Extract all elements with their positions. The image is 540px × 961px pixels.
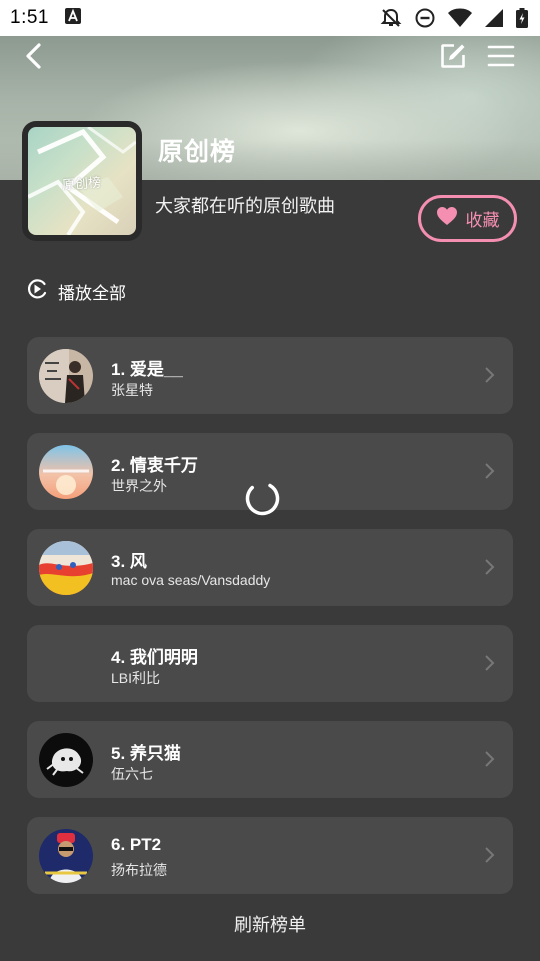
play-all-button[interactable]: 播放全部 — [26, 278, 126, 305]
song-thumbnail — [39, 829, 93, 883]
status-bar: 1:51 — [0, 0, 540, 36]
playlist-title: 原创榜 — [158, 138, 237, 166]
song-artist: 张星特 — [111, 382, 153, 398]
favorite-button[interactable]: 收藏 — [418, 195, 517, 242]
song-artist: LBI利比 — [111, 670, 161, 686]
cover-title-text: 原创榜 — [61, 174, 102, 193]
chevron-right-icon — [483, 748, 497, 770]
play-all-label: 播放全部 — [58, 284, 126, 303]
song-thumbnail — [39, 349, 93, 403]
song-title: 3. 风 — [111, 552, 147, 571]
song-title: 5. 养只猫 — [111, 744, 181, 763]
song-item[interactable]: 5. 养只猫 伍六七 — [27, 721, 513, 798]
song-item[interactable]: 6. PT2 扬布拉德 — [27, 817, 513, 894]
dnd-off-icon — [380, 7, 402, 29]
a-notification-icon — [64, 7, 81, 29]
do-not-disturb-icon — [414, 7, 436, 29]
song-item[interactable]: 1. 爱是__ 张星特 — [27, 337, 513, 414]
play-circle-icon — [26, 278, 48, 305]
playlist-description: 大家都在听的原创歌曲 — [155, 196, 335, 216]
chevron-right-icon — [483, 364, 497, 386]
chevron-right-icon — [483, 556, 497, 578]
chevron-right-icon — [483, 460, 497, 482]
song-artist: 扬布拉德 — [111, 862, 167, 878]
edit-icon[interactable] — [440, 43, 466, 69]
signal-icon — [484, 8, 504, 28]
song-thumbnail — [39, 541, 93, 595]
back-icon[interactable] — [20, 42, 48, 70]
song-title: 1. 爱是__ — [111, 360, 183, 379]
loading-spinner-icon — [244, 480, 281, 517]
menu-icon[interactable] — [487, 44, 515, 68]
song-title: 2. 情衷千万 — [111, 456, 198, 475]
song-item[interactable]: 3. 风 mac ova seas/Vansdaddy — [27, 529, 513, 606]
wifi-icon — [448, 8, 472, 28]
playlist-cover: 原创榜 — [22, 121, 142, 241]
chevron-right-icon — [483, 652, 497, 674]
song-artist: 世界之外 — [111, 478, 167, 494]
song-thumbnail — [39, 445, 93, 499]
chevron-right-icon — [483, 844, 497, 866]
song-artist: 伍六七 — [111, 766, 153, 782]
song-title: 4. 我们明明 — [111, 648, 198, 667]
song-item[interactable]: 4. 我们明明 LBI利比 — [27, 625, 513, 702]
song-thumbnail — [39, 733, 93, 787]
cover-art: 原创榜 — [28, 127, 136, 235]
refresh-chart-button[interactable]: 刷新榜单 — [0, 911, 540, 937]
song-title: 6. PT2 — [111, 835, 162, 854]
battery-icon — [516, 8, 528, 28]
heart-icon — [436, 206, 458, 231]
song-artist: mac ova seas/Vansdaddy — [111, 572, 271, 588]
status-time: 1:51 — [10, 7, 49, 28]
favorite-label: 收藏 — [465, 211, 500, 230]
